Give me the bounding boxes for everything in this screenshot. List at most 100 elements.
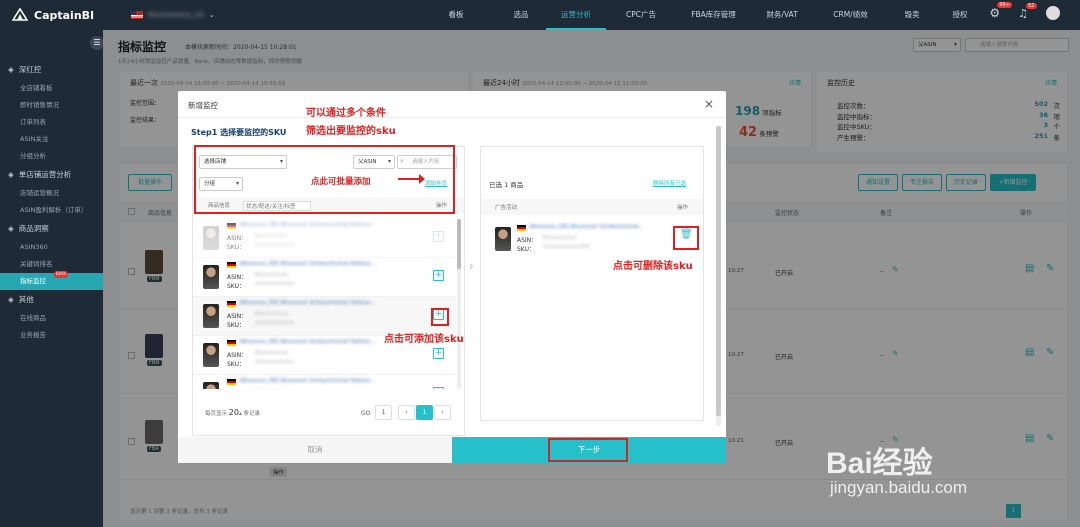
sku-value: xxxxxxxxxxxx [255,281,295,287]
sidebar-item-label: 业务报告 [20,331,46,339]
sidebar-collapse-icon[interactable]: ☰ [90,36,104,50]
sidebar-item-3-0[interactable]: 在线商品 [0,310,103,327]
sidebar-item-label: 全店铺看板 [20,84,53,92]
product-image [203,265,219,289]
selected-asin-label: ASIN： [517,237,538,244]
logo[interactable]: CaptainBI [0,8,103,22]
nav-item-1[interactable]: 选品 [496,0,546,30]
sidebar-item-0-2[interactable]: 订单列表 [0,114,103,131]
notify-badge: 99+ [997,2,1012,8]
remove-all-link[interactable]: 删除所有已选 [653,179,686,187]
selected-count: 已选 1 商品 [489,181,524,189]
store-selector[interactable]: Gxxxxxxxxx_US ⌄ [131,11,331,19]
sidebar-item-label: 指标监控 [20,277,46,285]
sidebar-item-2-2[interactable]: 指标监控 beta [0,271,103,290]
sidebar-item-label: 关键词排名 [20,260,53,268]
sidebar-item-label: ASIN盈利解析（订单） [20,206,88,214]
cancel-button[interactable]: 取消 [178,437,452,463]
nav-item-7[interactable]: 毁卖 [888,0,936,30]
sidebar-item-2-1[interactable]: 关键词排名 [0,256,103,273]
add-sku-icon[interactable]: + [433,231,444,242]
go-page-input[interactable]: 1 [375,405,392,420]
sidebar-item-0-3[interactable]: ASIN关注 [0,131,103,148]
close-icon[interactable]: × [704,97,714,111]
chevron-down-icon: ⌄ [208,11,215,19]
next-page-button[interactable]: › [434,405,451,420]
de-flag-icon [517,225,526,231]
product-image [203,226,219,250]
nav-item-3[interactable]: CPC广告 [606,0,676,30]
chevron-right-icon: › [469,259,474,273]
selected-panel: 已选 1 商品 删除所有已选 广告活动 操作 [Wxxxxxx_DE] Wxxx… [480,146,704,421]
sidebar-item-label: 店铺运营概况 [20,189,59,197]
sidebar-item-0-0[interactable]: 全店铺看板 [0,80,103,97]
de-flag-icon [227,301,236,307]
nav-item-5[interactable]: 财务/VAT [751,0,813,30]
selected-asin: Bxxxxxxxxx [543,235,577,241]
de-flag-icon [227,262,236,268]
per-page-value[interactable]: 20 [229,408,239,417]
product-title[interactable]: [Wxxxxxx_DE] Wxxxxxxt Schlauchschal Hals… [239,378,404,384]
sidebar-group-3[interactable]: ◈ 其他 [0,290,103,310]
sidebar-item-2-0[interactable]: ASIN360 [0,239,103,256]
top-icons: ⚙ 99+ ♫ 52 [989,2,1060,20]
prev-page-button[interactable]: ‹ [398,405,415,420]
sidebar-item-1-1[interactable]: ASIN盈利解析（订单） [0,202,103,219]
watermark-logo: Bai经验 [826,447,933,480]
product-title[interactable]: [Wxxxxxx_DE] Wxxxxxxt Schlauchschal Hals… [239,300,404,306]
annotation-remove-sku: 点击可删除该sku [613,261,693,272]
col-campaign: 广告活动 [495,205,518,211]
arrow-right-icon [398,178,420,180]
modal-scroll-thumb[interactable] [716,126,721,416]
nav-item-2[interactable]: 运营分析 [546,0,606,30]
modal-footer: 取消 下一步 [178,437,726,463]
per-page-control: 每页显示 20▴ 条记录 [205,408,260,417]
sidebar-item-0-1[interactable]: 即时销售情况 [0,97,103,114]
sidebar-group-1[interactable]: ◈ 单店铺运营分析 [0,165,103,185]
sidebar-item-label: ASIN关注 [20,135,49,143]
col-selected-op: 操作 [677,205,689,211]
product-title[interactable]: [Wxxxxxx_DE] Wxxxxxxt Schlauchschal Hals… [239,261,404,267]
avatar[interactable] [1046,6,1060,20]
modal-title: 新增监控 [188,101,218,110]
annotation-multi-filter-2: 筛选出要监控的sku [306,126,396,137]
asin-value: Bxxxxxxxxx [255,350,289,356]
sidebar-item-0-4[interactable]: 分组分析 [0,148,103,165]
sidebar-item-3-1[interactable]: 业务报告 [0,327,103,344]
nav-item-8[interactable]: 授权 [936,0,984,30]
nav-item-4[interactable]: FBA库存管理 [676,0,751,30]
modal-step-title: Step1 选择要监控的SKU [191,128,287,137]
product-title[interactable]: [Wxxxxxx_DE] Wxxxxxxt Schlauchschal Hals… [239,339,404,345]
add-sku-highlight-box [431,308,449,326]
list-scroll-thumb[interactable] [457,219,461,269]
store-name: Gxxxxxxxxx_US [148,11,204,19]
sku-label: SKU： [227,361,245,368]
nav-item-0[interactable]: 看板 [416,0,496,30]
sidebar-group-0[interactable]: ◈ 深红控 [0,60,103,80]
sku-label: SKU： [227,283,245,290]
sku-value: xxxxxxxxxxxx [255,359,295,365]
page-1-button[interactable]: 1 [416,405,433,420]
sidebar-item-label: 在线商品 [20,314,46,322]
add-sku-icon[interactable]: + [433,387,444,389]
sidebar-group-label: 深红控 [18,65,42,74]
sidebar-item-1-0[interactable]: 店铺运营概况 [0,185,103,202]
sidebar: ☰ ◈ 深红控 全店铺看板 即时销售情况 订单列表 ASIN关注 分组分析 ◈ 单店铺运营分析店… [0,30,104,527]
us-flag-icon [131,11,143,19]
group-icon: ◈ [8,224,14,233]
add-sku-icon[interactable]: + [433,270,444,281]
notification-icon[interactable]: ⚙ 99+ [989,2,1012,20]
product-image [203,304,219,328]
sidebar-item-label: 订单列表 [20,118,46,126]
captainbi-logo-icon [12,8,28,22]
bell-icon[interactable]: ♫ 52 [1018,2,1037,20]
add-sku-icon[interactable]: + [433,348,444,359]
product-title[interactable]: [Wxxxxxx_DE] Wxxxxxxt Schlauchschal Hals… [239,222,404,228]
selected-sku-label: SKU： [517,246,535,253]
beta-badge: beta [54,271,69,278]
de-flag-icon [227,223,236,229]
nav-item-6[interactable]: CRM/绩效 [813,0,888,30]
sku-label: SKU： [227,244,245,251]
main-nav: 看板 选品 运营分析 CPC广告 FBA库存管理 财务/VAT CRM/绩效 毁卖 授权 [416,0,984,30]
sidebar-group-2[interactable]: ◈ 商品洞察 [0,219,103,239]
